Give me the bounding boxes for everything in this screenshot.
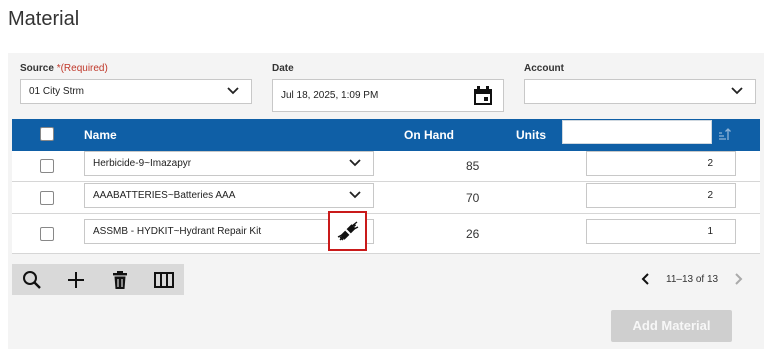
date-field[interactable]: Jul 18, 2025, 1:09 PM [272, 79, 504, 112]
source-label: Source *(Required) [20, 63, 108, 74]
chevron-left-icon[interactable] [640, 272, 650, 286]
sort-icon[interactable] [718, 127, 732, 141]
column-units[interactable]: Units [516, 128, 546, 142]
add-icon[interactable] [65, 269, 87, 291]
table-row: AAABATTERIES~Batteries AAA 70 2 [12, 182, 760, 214]
calendar-icon[interactable] [473, 86, 493, 106]
table-row: Herbicide-9~Imazapyr 85 2 [12, 151, 760, 182]
on-hand-value: 85 [466, 159, 480, 173]
grid-header: Name On Hand Units [12, 119, 760, 151]
material-panel: Source *(Required) 01 City Strm Date Jul… [8, 53, 764, 349]
grid-toolbar [12, 264, 184, 295]
column-filter-input[interactable] [562, 120, 712, 144]
on-hand-value: 70 [466, 191, 480, 205]
pager-range: 11–13 of 13 [666, 274, 719, 285]
material-name: ASSMB - HYDKIT~Hydrant Repair Kit [93, 226, 262, 237]
unlink-button[interactable] [328, 211, 367, 251]
delete-icon[interactable] [109, 269, 131, 291]
columns-icon[interactable] [153, 269, 175, 291]
table-row: ASSMB - HYDKIT~Hydrant Repair Kit 26 1 [12, 214, 760, 254]
column-name[interactable]: Name [84, 128, 117, 142]
account-select[interactable] [524, 79, 756, 104]
row-checkbox[interactable] [40, 191, 54, 205]
on-hand-value: 26 [466, 227, 480, 241]
chevron-right-icon[interactable] [734, 272, 744, 286]
row-checkbox[interactable] [40, 159, 54, 173]
material-name: Herbicide-9~Imazapyr [93, 158, 192, 169]
required-marker: *(Required) [56, 63, 108, 74]
source-label-text: Source [20, 63, 54, 74]
material-select[interactable]: AAABATTERIES~Batteries AAA [84, 183, 374, 208]
account-label: Account [524, 63, 564, 74]
chevron-down-icon [227, 87, 239, 95]
add-material-button[interactable]: Add Material [611, 310, 732, 342]
source-select[interactable]: 01 City Strm [20, 79, 252, 104]
chevron-down-icon [349, 191, 361, 199]
page-title: Material [8, 8, 80, 30]
column-on-hand[interactable]: On Hand [404, 128, 454, 142]
material-name: AAABATTERIES~Batteries AAA [93, 190, 236, 201]
date-label: Date [272, 63, 294, 74]
select-all-checkbox[interactable] [40, 127, 54, 141]
unlink-icon [337, 221, 359, 241]
units-input[interactable]: 1 [586, 219, 736, 244]
material-select[interactable]: Herbicide-9~Imazapyr [84, 151, 374, 176]
units-input[interactable]: 2 [586, 183, 736, 208]
row-checkbox[interactable] [40, 227, 54, 241]
chevron-down-icon [731, 87, 743, 95]
date-value: Jul 18, 2025, 1:09 PM [281, 90, 379, 101]
search-icon[interactable] [21, 269, 43, 291]
units-input[interactable]: 2 [586, 151, 736, 176]
chevron-down-icon [349, 159, 361, 167]
source-value: 01 City Strm [29, 86, 85, 97]
